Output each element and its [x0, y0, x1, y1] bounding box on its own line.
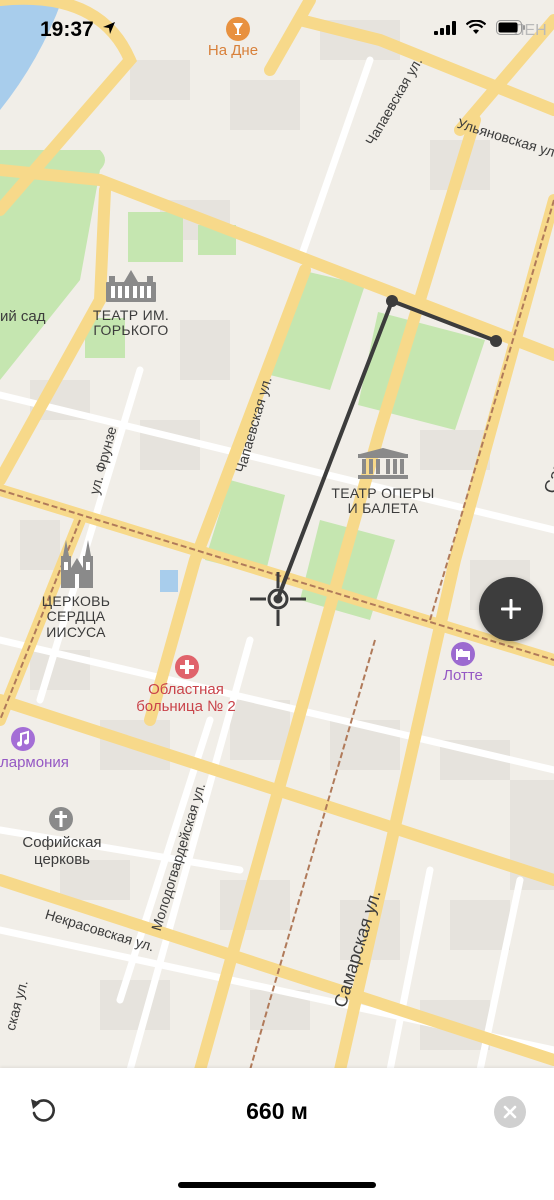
hotel-icon[interactable] [450, 641, 476, 667]
poi-label-sad[interactable]: ий сад [0, 308, 50, 326]
poi-label-line: больница № 2 [136, 697, 236, 715]
poi-label-line: ТЕАТР ИМ. [92, 307, 170, 323]
poi-label-line: ТЕАТР ОПЕРЫ [331, 485, 435, 501]
battery-icon [496, 20, 525, 35]
wifi-icon [466, 20, 486, 34]
cross-church-icon[interactable] [48, 806, 74, 832]
church-icon[interactable] [57, 538, 97, 590]
poi-label-line: ГОРЬКОГО [93, 322, 169, 339]
close-icon [503, 1105, 517, 1119]
location-arrow-icon [102, 22, 115, 34]
add-point-button[interactable] [479, 577, 543, 641]
poi-label-line: ЦЕРКОВЬ [41, 593, 111, 609]
map-canvas [0, 0, 554, 1070]
poi-label-lotte[interactable]: Лотте [434, 667, 492, 685]
music-icon[interactable] [10, 726, 36, 752]
status-time: 19:37 [40, 18, 116, 42]
poi-label-teatr-opery[interactable]: ТЕАТР ОПЕРЫ И БАЛЕТА [330, 485, 436, 517]
poi-label-teatr-gorkogo[interactable]: ТЕАТР ИМ. ГОРЬКОГО [86, 307, 176, 339]
map-view[interactable]: На Дне ТЕАТР ИМ. ГОРЬКОГО ТЕАТР ОПЕРЫ И … [0, 0, 554, 1070]
poi-label-bolnitsa[interactable]: Областная больница № 2 [126, 681, 246, 715]
signal-icon [434, 20, 456, 35]
poi-label-line: Областная [148, 681, 224, 698]
route-point [386, 295, 398, 307]
theatre-icon[interactable] [104, 268, 158, 304]
status-time-text: 19:37 [40, 18, 94, 41]
poi-label-line: СЕРДЦА [46, 608, 106, 625]
poi-label-line: И БАЛЕТА [347, 500, 419, 517]
poi-label-line: церковь [34, 850, 90, 868]
home-indicator [178, 1182, 376, 1188]
plus-icon [501, 599, 521, 619]
poi-label-line: Софийская [22, 834, 102, 851]
route-point [490, 335, 502, 347]
close-button[interactable] [494, 1096, 526, 1128]
hospital-icon[interactable] [174, 654, 200, 680]
status-bar: 19:37 [0, 0, 554, 60]
status-icons [434, 20, 526, 35]
opera-theatre-icon[interactable] [356, 448, 410, 480]
poi-label-tserkov[interactable]: ЦЕРКОВЬ СЕРДЦА ИИСУСА [34, 593, 118, 640]
poi-label-filarmoniya[interactable]: лармония [0, 754, 74, 772]
distance-value: 660 м [246, 1098, 308, 1124]
poi-label-line: ИИСУСА [46, 623, 106, 640]
poi-label-sofiyskaya[interactable]: Софийская церковь [14, 834, 110, 868]
measure-panel: 660 м [0, 1068, 554, 1200]
